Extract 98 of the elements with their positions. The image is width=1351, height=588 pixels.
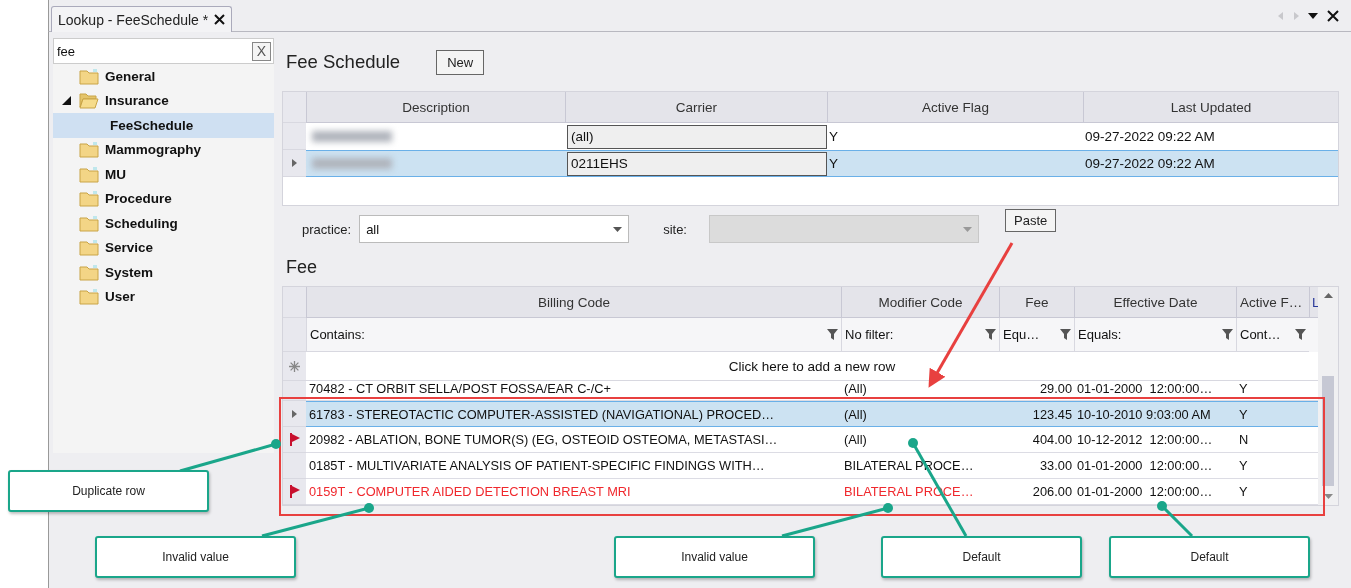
search-field[interactable]: fee X	[53, 38, 274, 64]
table-cell: 10-12-2012 12:00:00…	[1074, 427, 1236, 453]
document-tab[interactable]: Lookup - FeeSchedule *	[51, 6, 233, 32]
table-cell: Y	[1236, 453, 1309, 479]
row-pointer-icon	[292, 409, 297, 418]
folder-icon	[79, 263, 99, 281]
folder-icon	[79, 239, 99, 257]
grid-row[interactable]: (all) Y 09-27-2022 09:22 AM	[283, 123, 1338, 150]
table-cell: 0185T - MULTIVARIATE ANALYSIS OF PATIENT-SPECIFIC FINDINGS WITH…	[306, 453, 841, 479]
caret-icon	[963, 226, 972, 232]
folder-icon	[79, 165, 99, 183]
tree-item[interactable]: General	[53, 64, 274, 89]
scroll-down-icon[interactable]	[1323, 494, 1333, 499]
tree-item[interactable]: Scheduling	[53, 211, 274, 236]
section-title: Fee Schedule	[286, 51, 401, 73]
tree-item[interactable]: FeeSchedule	[53, 113, 274, 138]
new-row-prompt[interactable]: Click here to add a new row	[306, 352, 1318, 381]
table-cell: Y	[1236, 479, 1309, 505]
table-cell: 404.00	[999, 427, 1074, 453]
practice-label: practice:	[302, 221, 352, 237]
filter-icon[interactable]	[985, 329, 996, 340]
table-cell: 33.00	[999, 453, 1074, 479]
new-button[interactable]: New	[436, 49, 485, 75]
table-cell: (All)	[841, 381, 999, 401]
row-indicator[interactable]	[283, 150, 306, 177]
column-header[interactable]: Last Updated	[1083, 92, 1338, 123]
dropdown-icon[interactable]	[1308, 12, 1318, 19]
filter-icon[interactable]	[1295, 329, 1306, 340]
tree-item[interactable]: Service	[53, 235, 274, 260]
table-cell: 61783 - STEREOTACTIC COMPUTER-ASSISTED (NAVIGATIONAL) PROCED…	[306, 401, 841, 427]
clear-button[interactable]: X	[252, 41, 271, 61]
grid-row[interactable]: 0211EHS Y 09-27-2022 09:22 AM	[283, 150, 1338, 177]
caret-icon	[613, 226, 623, 232]
row-indicator[interactable]	[283, 401, 306, 427]
tree-item[interactable]: Mammography	[53, 137, 274, 162]
table-cell: 29.00	[999, 381, 1074, 401]
callout: Duplicate row	[8, 470, 209, 512]
table-cell: 01-01-2000 12:00:00…	[1074, 381, 1236, 401]
filter-cell[interactable]: No filter:	[841, 318, 999, 352]
column-header[interactable]: Active Flag	[827, 92, 1083, 123]
row-indicator[interactable]	[283, 427, 306, 453]
folder-icon	[79, 141, 99, 159]
table-cell: Y	[1236, 401, 1309, 427]
folder-icon	[79, 67, 99, 85]
row-indicator[interactable]	[283, 381, 306, 401]
site-label: site:	[663, 221, 687, 237]
folder-icon	[79, 288, 99, 306]
table-cell: 10-10-2010 9:03:00 AM	[1074, 401, 1236, 427]
tree-item[interactable]: User	[53, 284, 274, 309]
table-cell: Y	[827, 150, 1083, 177]
table-cell-text: 09-27-2022 09:22 AM	[1084, 128, 1216, 146]
filter-cell[interactable]: Equ…	[999, 318, 1074, 352]
folder-icon	[79, 190, 99, 208]
tree-item[interactable]: Insurance	[53, 88, 274, 113]
filter-icon[interactable]	[1060, 329, 1071, 340]
asterisk-icon	[289, 360, 300, 372]
open-folder-icon	[79, 92, 99, 110]
tree-item[interactable]: MU	[53, 162, 274, 187]
table-cell-text: Y	[828, 128, 839, 146]
callout: Invalid value	[95, 536, 296, 578]
table-cell: Y	[1236, 381, 1309, 401]
filter-cell[interactable]: Contains:	[306, 318, 841, 352]
folder-icon	[79, 214, 99, 232]
column-header[interactable]: Description	[306, 92, 565, 123]
table-cell: (All)	[841, 401, 999, 427]
table-cell: 09-27-2022 09:22 AM	[1083, 150, 1338, 177]
callout: Default	[881, 536, 1082, 578]
scroll-up-icon[interactable]	[1323, 293, 1333, 298]
table-cell: 01-01-2000 12:00:00…	[1074, 453, 1236, 479]
tree-item[interactable]: System	[53, 260, 274, 285]
close-icon[interactable]	[214, 14, 226, 25]
table-cell: 123.45	[999, 401, 1074, 427]
column-header[interactable]: Carrier	[565, 92, 827, 123]
table-cell: N	[1236, 427, 1309, 453]
collapse-icon[interactable]	[61, 96, 71, 106]
callout: Invalid value	[614, 536, 815, 578]
paste-button[interactable]: Paste	[1005, 209, 1057, 232]
table-cell: 70482 - CT ORBIT SELLA/POST FOSSA/EAR C-/C+	[306, 381, 841, 401]
practice-dropdown[interactable]: all	[359, 215, 630, 243]
callout: Default	[1109, 536, 1310, 578]
close-icon[interactable]	[1327, 9, 1339, 22]
table-cell: 206.00	[999, 479, 1074, 505]
grid-row[interactable]: 70482 - CT ORBIT SELLA/POST FOSSA/EAR C-/C+ (All) 29.00 01-01-2000 12:00:00… Y	[283, 381, 1318, 401]
filter-cell[interactable]: Equals:	[1074, 318, 1236, 352]
grid-row[interactable]: 20982 - ABLATION, BONE TUMOR(S) (EG, OSTEOID OSTEOMA, METASTASI… (All) 404.00 10-12-2012 12:00:00… N	[283, 427, 1318, 453]
filter-icon[interactable]	[1222, 329, 1233, 340]
section-title: Fee	[285, 256, 319, 279]
carrier-field[interactable]: (all)	[567, 124, 827, 149]
carrier-field[interactable]: 0211EHS	[567, 151, 827, 176]
row-indicator[interactable]	[283, 479, 306, 505]
row-pointer-icon	[292, 159, 297, 167]
grid-row[interactable]: 61783 - STEREOTACTIC COMPUTER-ASSISTED (NAVIGATIONAL) PROCED… (All) 123.45 10-10-2010 9:03:00 AM Y	[283, 401, 1318, 427]
table-cell: 0159T - COMPUTER AIDED DETECTION BREAST MRI	[306, 479, 841, 505]
tree-item[interactable]: Procedure	[53, 186, 274, 211]
table-cell: 20982 - ABLATION, BONE TUMOR(S) (EG, OSTEOID OSTEOMA, METASTASI…	[306, 427, 841, 453]
leader-line	[1157, 501, 1194, 538]
filter-icon[interactable]	[827, 329, 838, 340]
filter-cell[interactable]: Cont…	[1236, 318, 1309, 352]
